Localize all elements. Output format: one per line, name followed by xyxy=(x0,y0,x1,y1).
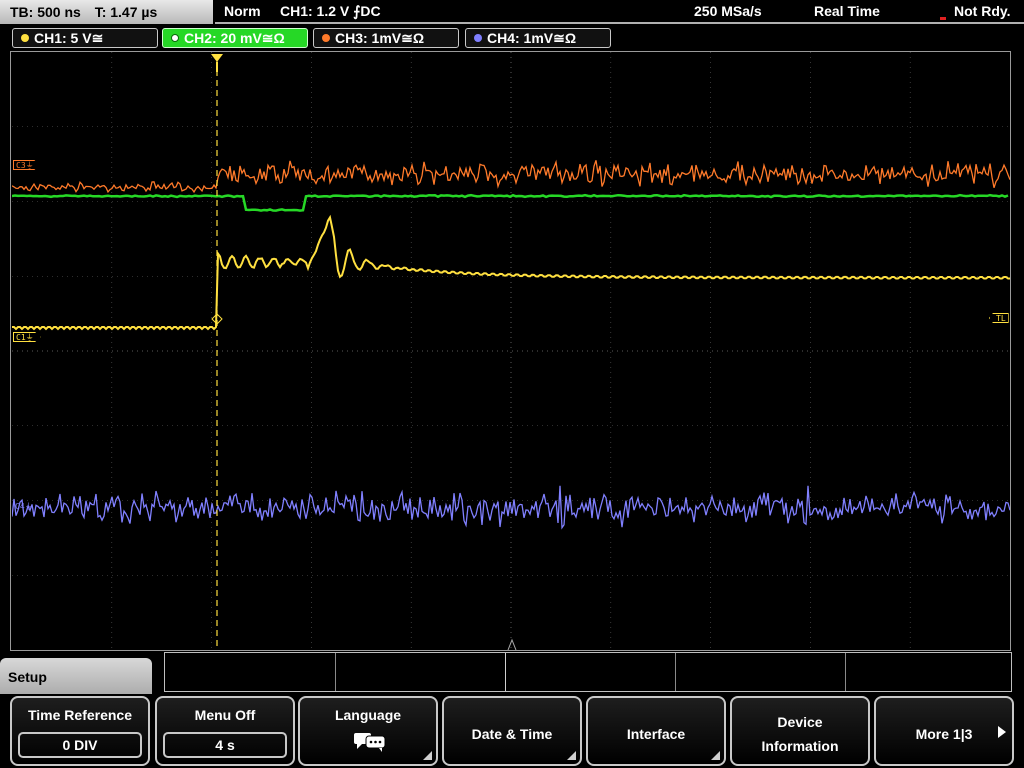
divider xyxy=(505,653,506,691)
trigger-position-marker[interactable] xyxy=(211,54,223,650)
status-bar: TB: 500 ns T: 1.47 µs Norm CH1: 1.2 V ⨍D… xyxy=(0,0,1024,24)
softkey-label: Menu Off xyxy=(194,707,256,723)
interface-button[interactable]: Interface xyxy=(586,696,726,766)
divider xyxy=(675,653,676,691)
channel-dot-icon xyxy=(21,34,29,43)
divider xyxy=(845,653,846,691)
trigger-time-value: T: 1.47 µs xyxy=(94,4,158,20)
softkey-label: Date & Time xyxy=(471,726,553,742)
more-button[interactable]: More 1|3 xyxy=(874,696,1014,766)
device-information-button[interactable]: Device Information xyxy=(730,696,870,766)
waveform-ch2 xyxy=(12,193,1009,212)
date-time-button[interactable]: Date & Time xyxy=(442,696,582,766)
timebase-value: TB: 500 ns xyxy=(10,4,81,20)
channel-tab-ch3[interactable]: CH3: 1mV≅Ω xyxy=(313,28,459,48)
menu-off-button[interactable]: Menu Off 4 s xyxy=(155,696,295,766)
menu-title: Setup xyxy=(0,658,152,698)
softkey-label: Language xyxy=(334,707,402,723)
trigger-mode[interactable]: Norm xyxy=(224,0,261,22)
time-reference-value[interactable]: 0 DIV xyxy=(18,732,142,758)
next-page-arrow-icon xyxy=(998,726,1006,738)
language-button[interactable]: Language xyxy=(298,696,438,766)
softkey-label: Interface xyxy=(626,726,686,742)
divider xyxy=(335,653,336,691)
channel-label: CH3: 1mV≅Ω xyxy=(335,30,425,46)
ch3-ground-marker[interactable]: C3⏚ xyxy=(13,160,40,170)
waveform-display[interactable] xyxy=(12,52,1010,650)
ch4-ground-marker[interactable]: C4⏚ xyxy=(13,502,39,512)
graticule xyxy=(12,52,1010,650)
channel-tabs: CH1: 5 V≅ CH2: 20 mV≅Ω CH3: 1mV≅Ω CH4: 1… xyxy=(0,26,1024,48)
time-reference-button[interactable]: Time Reference 0 DIV xyxy=(10,696,150,766)
softkey-bar: Time Reference 0 DIV Menu Off 4 s Langua… xyxy=(0,694,1024,768)
acquisition-mode: Real Time xyxy=(814,3,880,19)
ready-state: Not Rdy. xyxy=(954,3,1011,19)
channel-tab-ch2[interactable]: CH2: 20 mV≅Ω xyxy=(162,28,308,48)
channel-label: CH4: 1mV≅Ω xyxy=(487,30,577,46)
ch1-ground-marker[interactable]: C1⏚ xyxy=(13,332,41,342)
trigger-source[interactable]: CH1: 1.2 V ⨍DC xyxy=(280,0,381,22)
channel-label: CH2: 20 mV≅Ω xyxy=(184,30,285,46)
channel-tab-ch4[interactable]: CH4: 1mV≅Ω xyxy=(465,28,611,48)
time-reference-icon xyxy=(507,638,517,650)
submenu-indicator-icon xyxy=(711,751,720,760)
softkey-label: Time Reference xyxy=(27,707,132,723)
ready-indicator-icon xyxy=(940,17,946,20)
trigger-level-marker[interactable]: TL xyxy=(989,313,1009,323)
divider xyxy=(215,22,1024,24)
channel-dot-icon xyxy=(322,34,330,43)
softkey-label-line2: Information xyxy=(761,738,839,754)
menu-off-value[interactable]: 4 s xyxy=(163,732,287,758)
submenu-indicator-icon xyxy=(423,751,432,760)
channel-dot-icon xyxy=(474,34,482,43)
softkey-label: Device xyxy=(777,714,823,730)
channel-tab-ch1[interactable]: CH1: 5 V≅ xyxy=(12,28,158,48)
submenu-indicator-icon xyxy=(567,751,576,760)
channel-label: CH1: 5 V≅ xyxy=(34,30,104,46)
speech-bubbles-icon xyxy=(354,733,386,752)
channel-dot-icon xyxy=(171,34,179,43)
timebase-box[interactable]: TB: 500 ns T: 1.47 µs xyxy=(0,0,213,24)
memory-overview[interactable] xyxy=(164,652,1012,692)
softkey-label: More 1|3 xyxy=(915,726,973,742)
sample-rate: 250 MSa/s xyxy=(694,3,762,19)
